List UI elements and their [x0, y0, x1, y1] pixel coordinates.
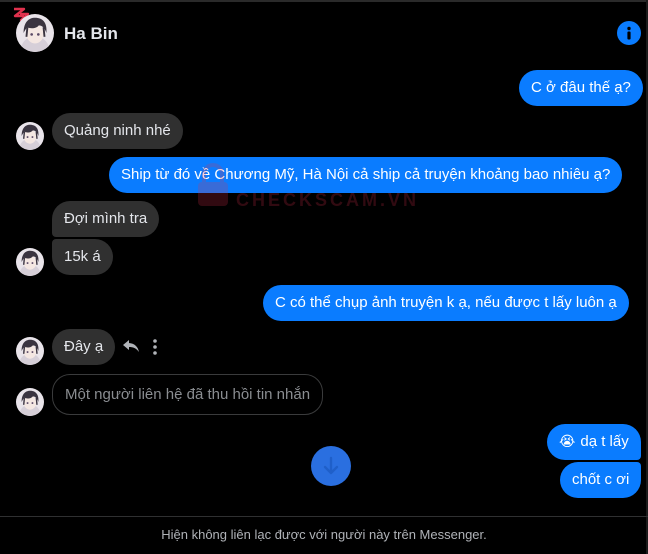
sender-avatar[interactable]: [16, 388, 44, 416]
message-outgoing[interactable]: chốt c ơi: [560, 462, 642, 498]
message-incoming[interactable]: 15k á: [52, 239, 113, 275]
message-text: chốt c ơi: [572, 471, 630, 488]
message-text: C có thể chụp ảnh truyện k ạ, nếu được t…: [275, 294, 617, 311]
reply-icon[interactable]: [122, 338, 140, 354]
lock-icon: [198, 163, 228, 206]
message-text: Đợi mình tra: [64, 210, 148, 227]
message-text: 15k á: [64, 248, 101, 265]
message-text: C ở đâu thế ạ?: [531, 79, 631, 96]
message-text: dạ t lấy: [580, 433, 629, 450]
scroll-to-bottom-button[interactable]: [311, 446, 351, 486]
message-incoming[interactable]: Quảng ninh nhé: [52, 113, 183, 149]
message-outgoing[interactable]: C ở đâu thế ạ?: [519, 70, 643, 106]
unsent-message: Một người liên hệ đã thu hồi tin nhắn: [52, 374, 324, 415]
sender-avatar[interactable]: [16, 337, 44, 365]
watermark: CHECKSCAM.VN: [196, 160, 426, 210]
message-text: Quảng ninh nhé: [64, 122, 171, 139]
contact-avatar[interactable]: [16, 14, 54, 52]
chat-header: Ha Bin: [0, 0, 648, 66]
message-outgoing[interactable]: 😭 dạ t lấy: [547, 424, 641, 460]
unavailable-notice: Hiện không liên lạc được với người này t…: [161, 527, 487, 542]
message-text: Một người liên hệ đã thu hồi tin nhắn: [65, 386, 311, 403]
info-button[interactable]: [617, 21, 641, 45]
contact-name[interactable]: Ha Bin: [64, 24, 118, 44]
message-text: Đây ạ: [64, 338, 104, 355]
message-incoming[interactable]: Đây ạ: [52, 329, 116, 365]
sender-avatar[interactable]: [16, 248, 44, 276]
info-icon: [627, 26, 631, 40]
more-options-icon[interactable]: [150, 338, 160, 356]
message-outgoing[interactable]: C có thể chụp ảnh truyện k ạ, nếu được t…: [263, 285, 629, 321]
footer-divider: [0, 516, 648, 517]
scroll-down-icon: [323, 456, 339, 475]
watermark-text: CHECKSCAM.VN: [236, 190, 420, 210]
emoji-crying: 😭: [559, 434, 576, 450]
sender-avatar[interactable]: [16, 122, 44, 150]
message-incoming[interactable]: Đợi mình tra: [52, 201, 160, 237]
